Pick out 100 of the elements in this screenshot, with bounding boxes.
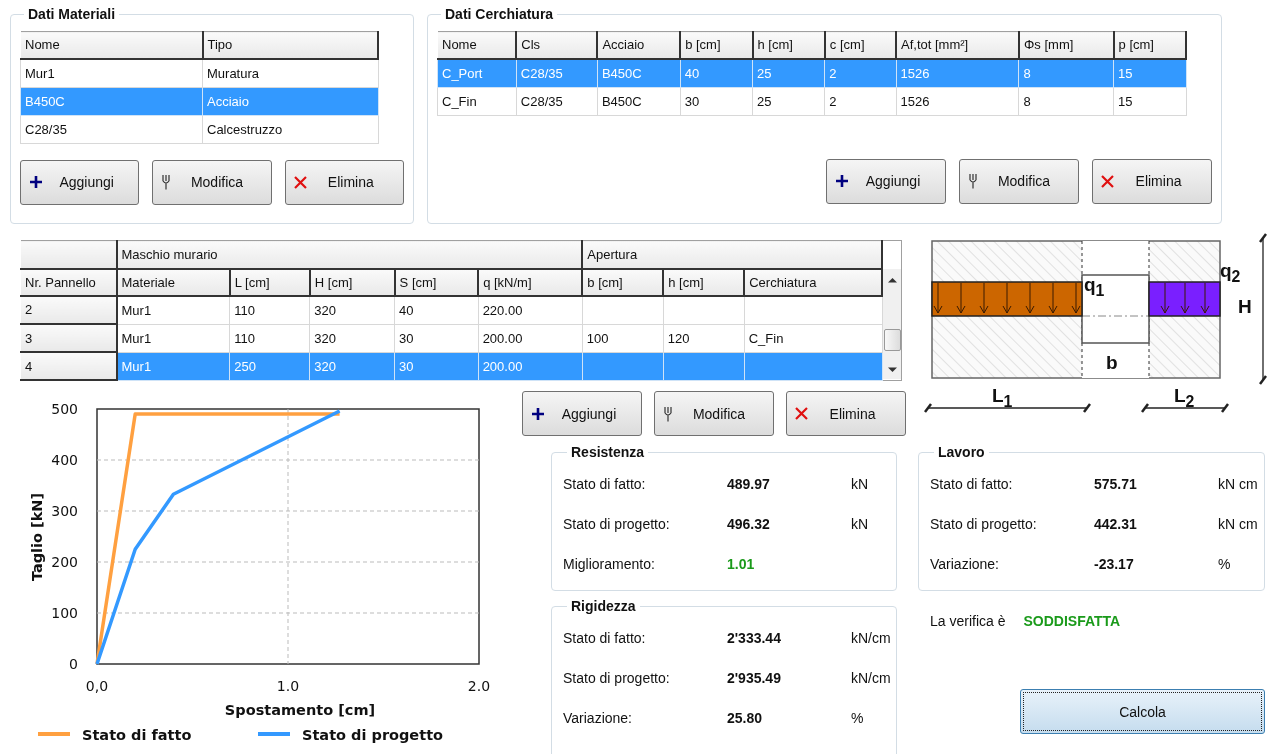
table-cell[interactable] (663, 295, 745, 324)
table-cell[interactable] (744, 295, 882, 324)
table-cell[interactable]: 320 (309, 324, 395, 352)
column-header[interactable]: Acciaio (597, 31, 681, 59)
table-cell[interactable]: 30 (394, 324, 479, 352)
column-header[interactable]: Φs [mm] (1018, 31, 1114, 59)
table-cell[interactable]: 30 (680, 87, 753, 115)
result-unit: % (851, 710, 865, 726)
group-header: Apertura (582, 240, 882, 269)
table-cell[interactable]: 110 (229, 295, 310, 324)
plus-icon (531, 406, 545, 421)
row-header[interactable]: 3 (20, 324, 117, 352)
column-header[interactable]: q [kN/m] (478, 268, 583, 296)
result-label: Miglioramento: (563, 556, 656, 572)
dimension-label: L$_{2}$ (1174, 385, 1195, 412)
cross-icon (293, 175, 307, 189)
table-cell[interactable]: 15 (1113, 87, 1186, 115)
column-header[interactable]: Nome (437, 31, 517, 59)
row-header[interactable]: 4 (20, 352, 117, 380)
edit-button[interactable]: Modifica (959, 158, 1079, 204)
delete-button[interactable]: Elimina (1092, 158, 1212, 204)
column-header[interactable]: p [cm] (1113, 31, 1186, 59)
table-cell[interactable]: 110 (229, 324, 310, 352)
x-tick-label: 2.0 (467, 678, 491, 694)
y-tick-label: 500 (51, 401, 78, 417)
add-button[interactable]: Aggiungi (20, 159, 140, 205)
table-cell[interactable] (582, 295, 664, 324)
table-cell[interactable]: Mur1 (20, 58, 203, 87)
edit-button[interactable]: Modifica (152, 159, 272, 205)
table-cell[interactable]: 25 (752, 87, 825, 115)
table-cell[interactable]: 200.00 (478, 324, 583, 352)
column-header[interactable]: Nome (20, 31, 203, 59)
table-cell[interactable]: C_Fin (437, 87, 517, 115)
table-cell[interactable]: Mur1 (116, 295, 230, 324)
table-cell[interactable] (744, 352, 882, 380)
column-header[interactable]: c [cm] (824, 31, 896, 59)
add-button[interactable]: Aggiungi (522, 391, 642, 436)
table-cell[interactable]: 220.00 (478, 295, 583, 324)
table-cell[interactable]: B450C (597, 87, 681, 115)
column-header[interactable]: b [cm] (680, 31, 753, 59)
dimension-label: H (1238, 296, 1252, 318)
result-unit: kN/cm (851, 670, 891, 686)
result-value: 442.31 (1094, 516, 1138, 532)
table-cell[interactable] (582, 352, 664, 380)
table-cell[interactable]: 8 (1018, 87, 1114, 115)
scrollbar-thumb[interactable] (883, 329, 901, 351)
table-cell[interactable]: 120 (663, 324, 745, 352)
table-cell[interactable]: 100 (582, 324, 664, 352)
column-header[interactable]: Tipo (202, 31, 378, 59)
y-axis-title: Taglio [kN] (29, 492, 45, 582)
edit-button[interactable]: Modifica (654, 391, 774, 436)
result-value: 1.01 (727, 556, 756, 572)
column-header[interactable]: Af,tot [mm²] (896, 31, 1019, 59)
x-tick-label: 1.0 (276, 678, 300, 694)
panel-title: Resistenza (570, 444, 646, 460)
calculate-button[interactable]: Calcola (1020, 689, 1265, 734)
x-tick-label: 0,0 (85, 678, 109, 694)
result-unit: kN cm (1218, 476, 1258, 492)
result-unit: kN cm (1218, 516, 1258, 532)
delete-button[interactable]: Elimina (284, 159, 404, 205)
table-cell[interactable]: C28/35 (516, 87, 598, 115)
table-cell[interactable]: 1526 (896, 87, 1019, 115)
scrollbar[interactable] (883, 269, 901, 379)
y-tick-label: 0 (69, 656, 78, 672)
add-button[interactable]: Aggiungi (826, 158, 946, 204)
table-cell[interactable]: Calcestruzzo (202, 115, 378, 143)
result-value: 489.97 (727, 476, 771, 492)
result-value: 25.80 (727, 710, 764, 726)
result-unit: kN/cm (851, 630, 891, 646)
cross-icon (1101, 174, 1114, 188)
result-value: 2'333.44 (727, 630, 782, 646)
table-cell[interactable]: C28/35 (20, 115, 203, 143)
y-tick-label: 100 (51, 605, 78, 621)
dimension-label: q$_{2}$ (1220, 260, 1241, 287)
table-cell[interactable]: 320 (309, 295, 395, 324)
result-value: -23.17 (1094, 556, 1135, 572)
table-cell[interactable]: 40 (394, 295, 479, 324)
row-header[interactable]: 2 (20, 295, 117, 324)
delete-button[interactable]: Elimina (786, 391, 906, 436)
table-cell[interactable]: 2 (824, 87, 896, 115)
table-cell[interactable]: Muratura (202, 58, 378, 87)
column-header[interactable]: Materiale (116, 268, 230, 296)
result-unit: kN (851, 476, 870, 492)
column-header[interactable]: S [cm] (394, 268, 479, 296)
fork-icon (161, 174, 172, 190)
column-header[interactable]: Nr. Pannello (20, 268, 117, 296)
column-header[interactable]: H [cm] (309, 268, 395, 296)
column-header[interactable]: Cls (516, 31, 598, 59)
y-tick-label: 400 (51, 452, 78, 468)
column-header[interactable]: h [cm] (752, 31, 825, 59)
table-cell[interactable]: Mur1 (116, 324, 230, 352)
plus-icon (29, 175, 43, 189)
column-header[interactable]: h [cm] (663, 268, 745, 296)
table-cell[interactable] (663, 352, 745, 380)
column-header[interactable]: b [cm] (582, 268, 664, 296)
table-cell[interactable]: C_Fin (744, 324, 882, 352)
verification-result: SODDISFATTA (1023, 613, 1121, 629)
column-header[interactable]: Cerchiatura (744, 268, 882, 296)
column-header[interactable]: L [cm] (229, 268, 310, 296)
dimension-label: q$_{1}$ (1084, 274, 1105, 301)
